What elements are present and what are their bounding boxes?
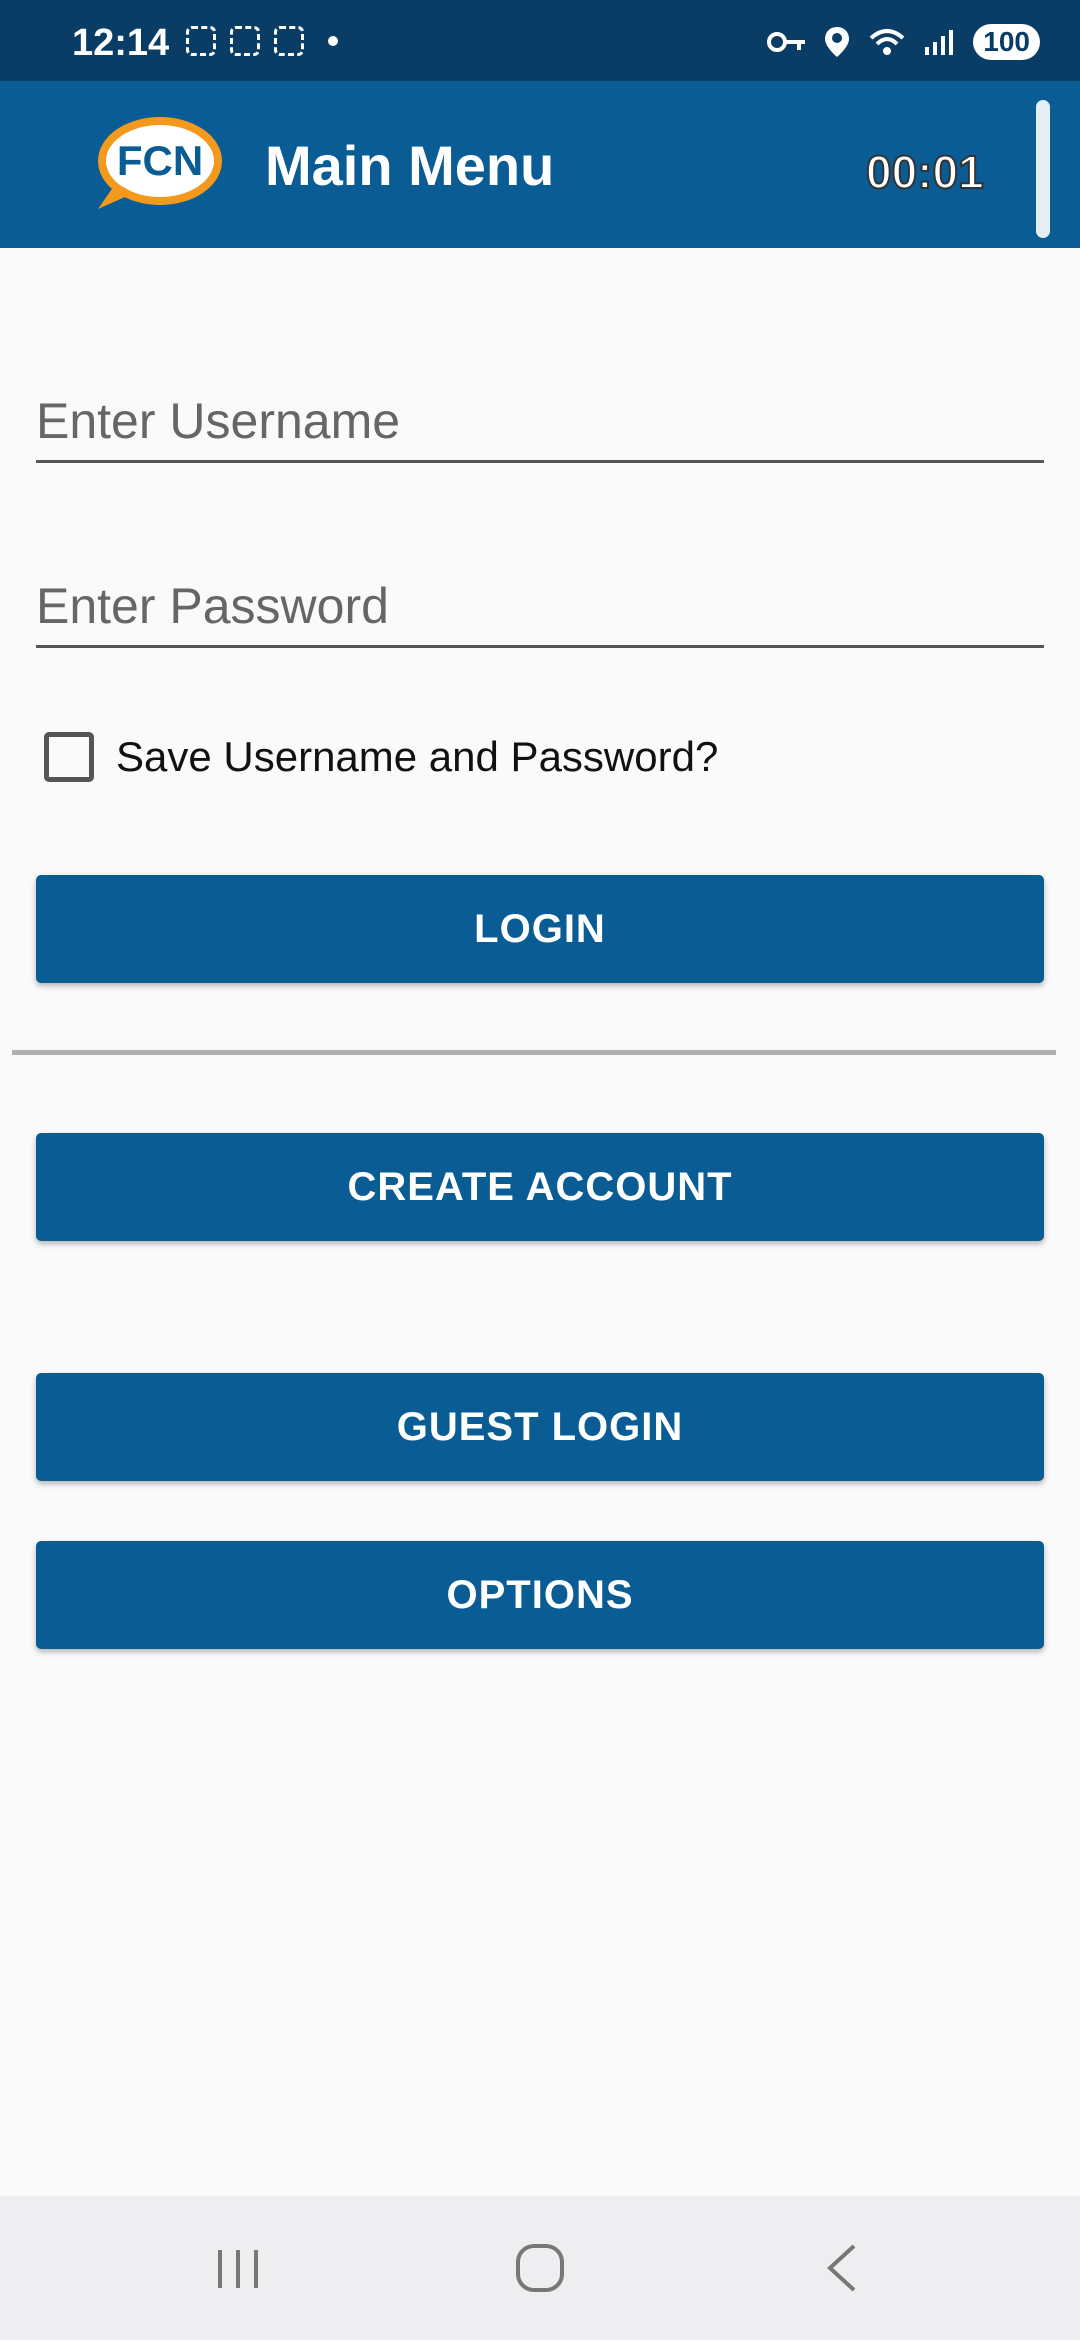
screen-record-icon [230, 26, 260, 56]
options-button[interactable]: OPTIONS [36, 1541, 1044, 1649]
app-bar: FCN Main Menu 00:01 [0, 81, 1080, 248]
password-input[interactable] [36, 577, 1044, 635]
divider [12, 1050, 1056, 1055]
logo-text: FCN [117, 137, 203, 184]
session-timer: 00:01 [865, 145, 985, 199]
wifi-icon [869, 29, 905, 55]
status-time: 12:14 [72, 22, 170, 64]
create-account-button[interactable]: CREATE ACCOUNT [36, 1133, 1044, 1241]
scroll-indicator[interactable] [1036, 100, 1050, 238]
save-credentials-row[interactable]: Save Username and Password? [44, 732, 718, 782]
save-credentials-checkbox[interactable] [44, 732, 94, 782]
status-right-icons: 100 [767, 24, 1040, 60]
username-input[interactable] [36, 392, 1044, 450]
system-nav-bar [0, 2196, 1080, 2340]
login-button[interactable]: LOGIN [36, 875, 1044, 983]
fcn-logo: FCN [98, 117, 222, 209]
password-field[interactable] [36, 555, 1044, 648]
page-title: Main Menu [265, 134, 555, 197]
recent-apps-icon[interactable] [208, 2238, 268, 2298]
notification-dot-icon [328, 36, 338, 46]
signal-icon [925, 30, 954, 55]
save-credentials-label[interactable]: Save Username and Password? [116, 733, 718, 781]
guest-login-button[interactable]: GUEST LOGIN [36, 1373, 1044, 1481]
home-icon[interactable] [510, 2238, 570, 2298]
back-icon[interactable] [814, 2238, 874, 2298]
username-field[interactable] [36, 370, 1044, 463]
location-icon [825, 27, 850, 57]
gallery-icon [274, 26, 304, 56]
vpn-key-icon [767, 32, 806, 52]
status-left-icons [186, 26, 338, 56]
status-bar: 12:14 100 [0, 0, 1080, 81]
screenshot-icon [186, 26, 216, 56]
battery-indicator: 100 [973, 24, 1040, 60]
